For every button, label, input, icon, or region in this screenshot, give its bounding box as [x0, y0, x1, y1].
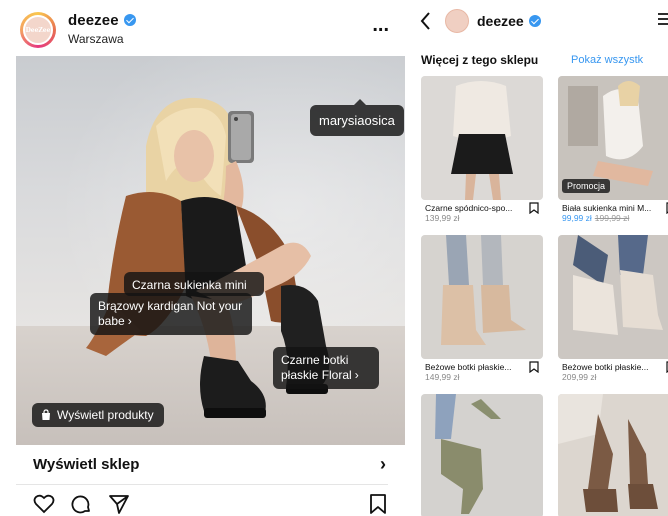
comment-icon[interactable] — [69, 492, 93, 516]
post-header: DeeZee deezee Warszawa ... — [0, 0, 405, 56]
product-card[interactable] — [421, 394, 543, 516]
view-shop-row[interactable]: Wyświetl sklep › — [16, 445, 388, 485]
post-username[interactable]: deezee — [68, 12, 136, 29]
avatar[interactable]: DeeZee — [20, 12, 56, 48]
shop-header: deezee — [405, 0, 668, 44]
view-products-button[interactable]: Wyświetl produkty — [32, 403, 164, 427]
tag-dress-label: Czarna sukienka mini — [132, 278, 247, 292]
product-card[interactable] — [558, 394, 668, 516]
product-name: Beżowe botki płaskie... — [562, 362, 649, 372]
more-options-icon[interactable]: ... — [372, 14, 389, 37]
product-image — [558, 394, 668, 516]
shop-avatar[interactable] — [445, 9, 469, 33]
post-panel: DeeZee deezee Warszawa ... marysiaosica … — [0, 0, 405, 516]
product-card[interactable]: Beżowe botki płaskie... 149,99 zł — [421, 235, 543, 382]
see-all-link[interactable]: Pokaż wszystk — [571, 54, 643, 66]
tag-user[interactable]: marysiaosica — [310, 99, 404, 136]
product-price: 139,99 zł — [425, 213, 460, 223]
product-image: Promocja — [558, 76, 668, 200]
promo-badge: Promocja — [562, 179, 611, 193]
post-actions — [16, 492, 388, 516]
product-name: Czarne spódnico-spo... — [425, 203, 513, 213]
tag-boots-label: Czarne botki płaskie Floral — [281, 353, 352, 382]
shop-panel: deezee Więcej z tego sklepu Pokaż wszyst… — [405, 0, 668, 516]
bookmark-icon[interactable] — [529, 202, 539, 214]
tag-product-boots[interactable]: Czarne botki płaskie Floral › — [273, 347, 379, 389]
chevron-left-icon[interactable] — [417, 10, 435, 32]
chevron-right-icon: › — [380, 454, 386, 474]
product-price: 209,99 zł — [562, 372, 597, 382]
product-card[interactable]: Beżowe botki płaskie... 209,99 zł — [558, 235, 668, 382]
product-image — [558, 235, 668, 359]
product-price: 149,99 zł — [425, 372, 460, 382]
verified-badge-icon — [123, 13, 136, 26]
chevron-right-icon: › — [354, 368, 359, 382]
bookmark-icon[interactable] — [529, 361, 539, 373]
menu-icon[interactable] — [658, 12, 668, 26]
verified-badge-icon — [528, 14, 541, 27]
heart-icon[interactable] — [32, 492, 56, 516]
view-shop-label: Wyświetl sklep — [33, 456, 140, 473]
post-location[interactable]: Warszawa — [68, 32, 124, 46]
product-card[interactable]: Czarne spódnico-spo... 139,99 zł — [421, 76, 543, 223]
product-image — [421, 76, 543, 200]
product-card[interactable]: Promocja Biała sukienka mini M... 99,99 … — [558, 76, 668, 223]
shopping-bag-icon — [42, 409, 50, 420]
product-name: Beżowe botki płaskie... — [425, 362, 512, 372]
product-image — [421, 235, 543, 359]
old-price: 199,99 zł — [594, 213, 630, 223]
product-image — [421, 394, 543, 516]
view-products-label: Wyświetl produkty — [57, 408, 154, 422]
sale-price: 99,99 zł — [562, 213, 592, 223]
paper-plane-icon[interactable] — [107, 492, 131, 516]
bookmark-icon[interactable] — [366, 492, 390, 516]
section-title: Więcej z tego sklepu — [421, 53, 539, 67]
avatar-logo-text: DeeZee — [25, 26, 51, 34]
shop-name[interactable]: deezee — [477, 13, 541, 29]
product-price: 99,99 zł 199,99 zł — [562, 213, 629, 223]
tag-product-cardigan[interactable]: Brązowy kardigan Not your babe › — [90, 293, 252, 335]
post-image[interactable]: marysiaosica Czarna sukienka mini Brązow… — [16, 56, 405, 445]
product-name: Biała sukienka mini M... — [562, 203, 652, 213]
chevron-right-icon: › — [127, 314, 132, 328]
tag-cardigan-label: Brązowy kardigan Not your babe — [98, 299, 243, 328]
